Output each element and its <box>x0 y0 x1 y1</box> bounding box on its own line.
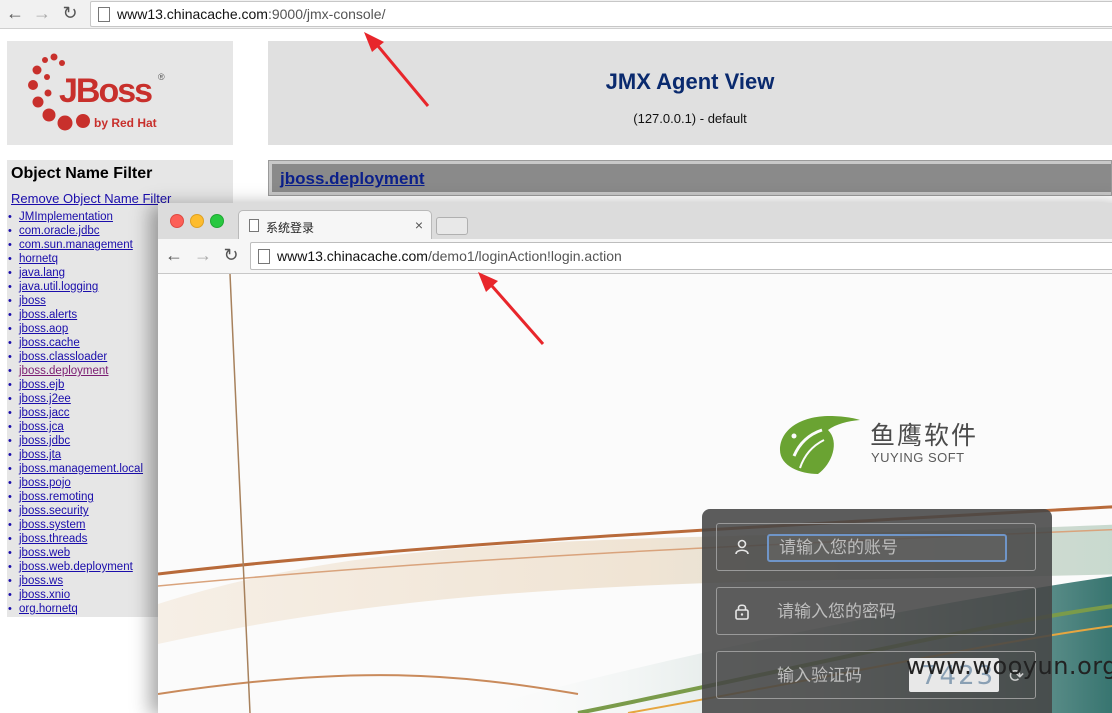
wooyun-watermark: www.wooyun.org <box>906 652 1112 680</box>
arrow-jmx-url <box>364 32 430 107</box>
annotation-arrows <box>364 32 545 345</box>
arrow-login-url <box>478 272 545 345</box>
